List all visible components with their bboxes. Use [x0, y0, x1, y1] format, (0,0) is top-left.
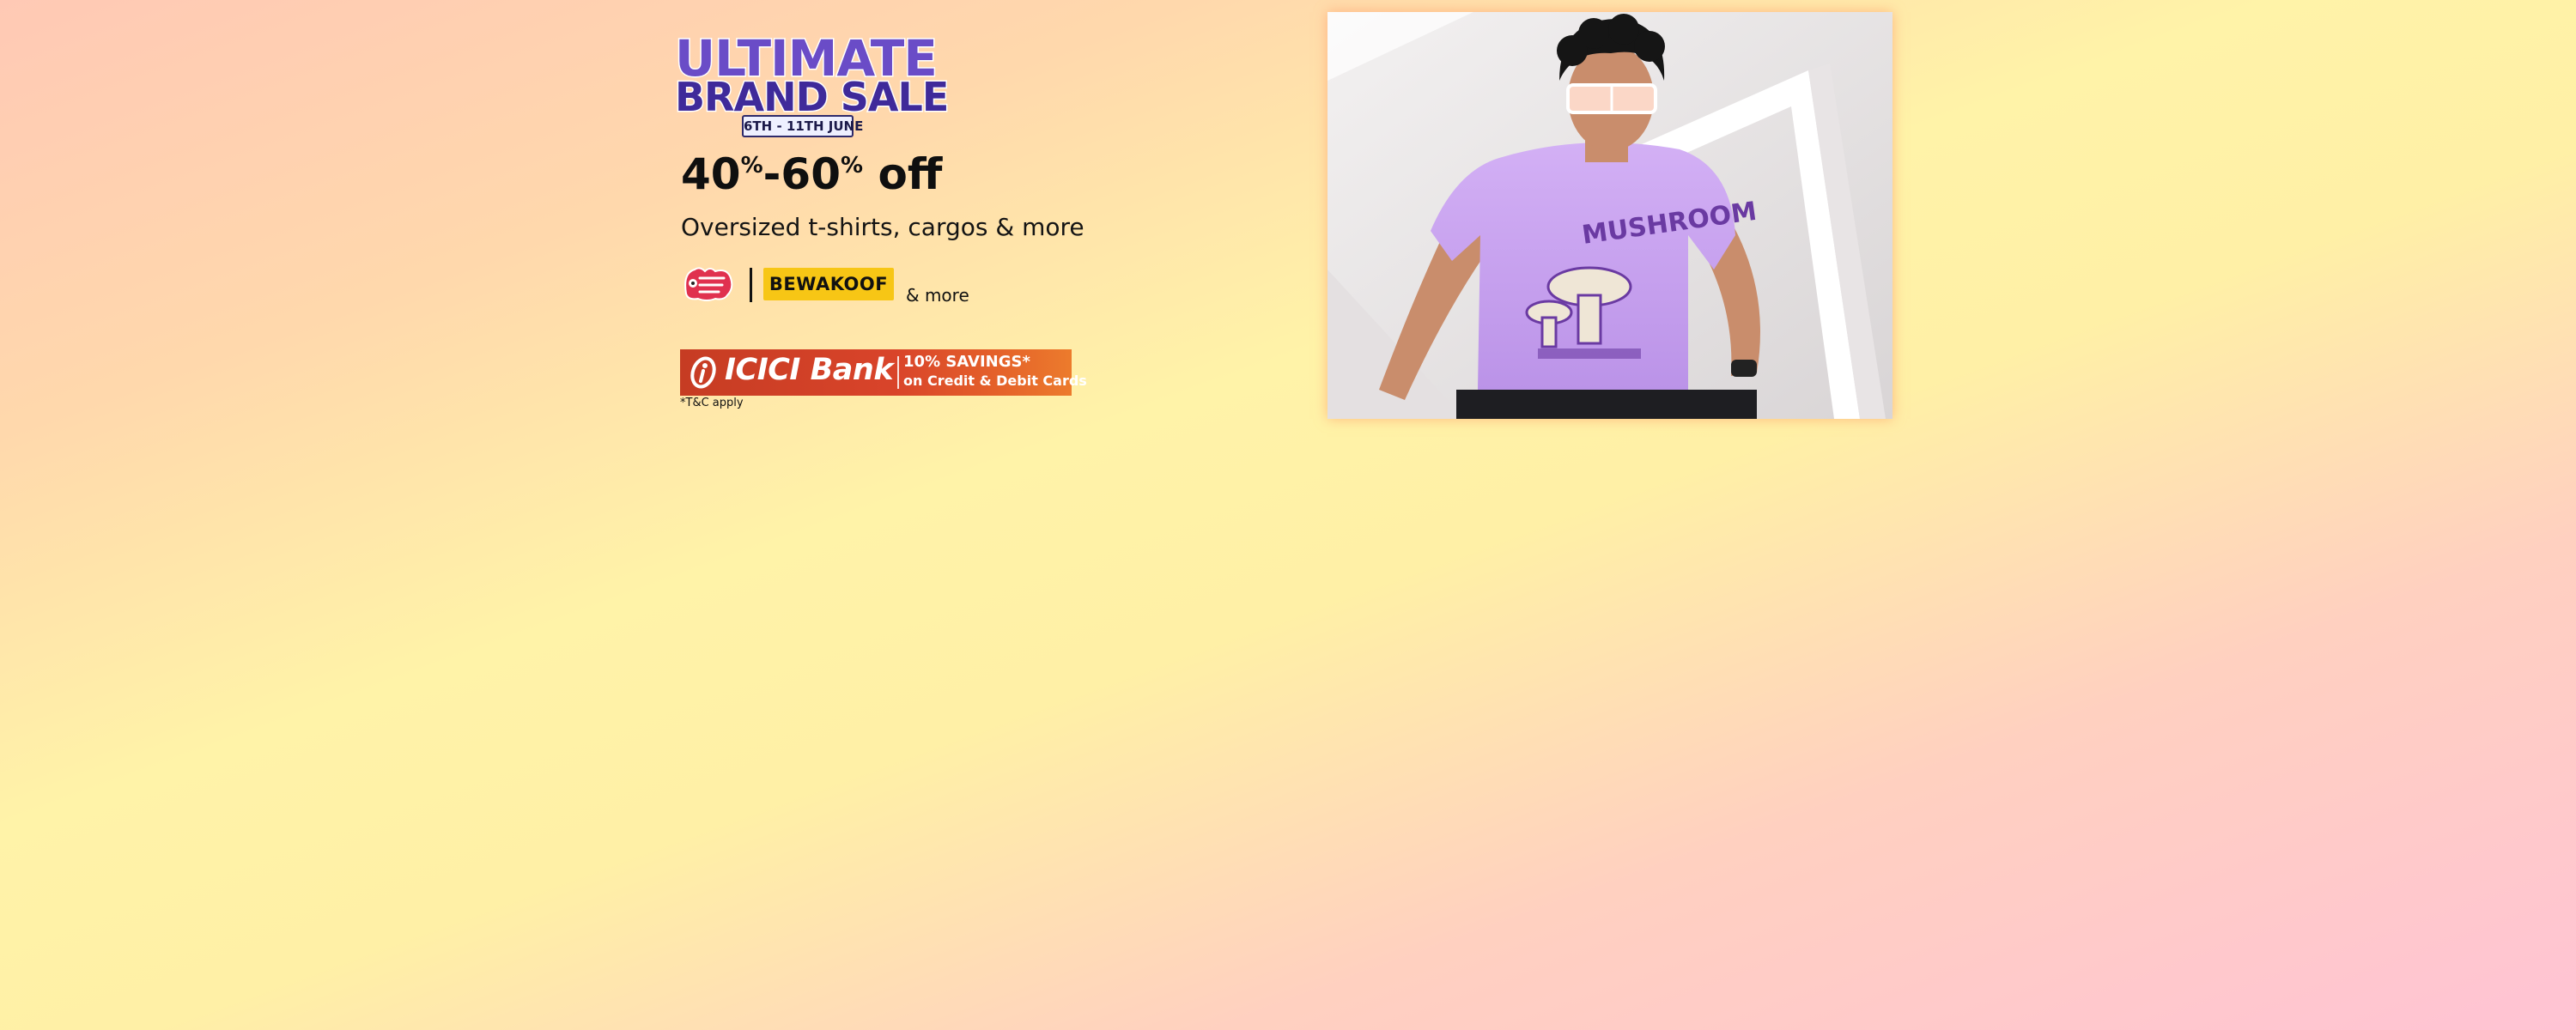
discount-from: 40 — [681, 149, 741, 199]
discount-to: 60 — [781, 149, 841, 199]
logo-line-brand-sale: BRAND SALE — [673, 73, 950, 122]
percent-sign-1: % — [740, 153, 763, 179]
savings-value: 10 — [903, 353, 926, 371]
discount-headline: 40%-60% off — [681, 149, 942, 199]
ultimate-brand-sale-logo: ULTIMATE BRAND SALE 6TH - 11TH JUNE — [673, 28, 951, 137]
terms-conditions-note: *T&C apply — [680, 397, 744, 409]
savings-suffix: % SAVINGS* — [925, 353, 1030, 371]
brand-divider — [750, 268, 752, 302]
icici-bank-offer: ICICI Bank 10% SAVINGS* on Credit & Debi… — [680, 349, 1087, 396]
savings-card-types: on Credit & Debit Cards — [903, 373, 1087, 389]
model-photo: MUSHROOM — [1327, 12, 1893, 419]
brands-more-text: & more — [906, 285, 969, 306]
icici-logo-icon — [690, 356, 716, 389]
discount-dash: - — [762, 149, 781, 199]
promo-banner[interactable]: ULTIMATE BRAND SALE 6TH - 11TH JUNE 40%-… — [0, 0, 2576, 1030]
bewakoof-logo: BEWAKOOF — [763, 268, 894, 300]
souled-store-logo — [681, 264, 736, 302]
subheadline: Oversized t-shirts, cargos & more — [681, 213, 1084, 241]
savings-line: 10% SAVINGS* — [903, 353, 1030, 371]
discount-suffix: off — [878, 149, 943, 199]
sale-dates-badge: 6TH - 11TH JUNE — [742, 115, 863, 137]
percent-sign-2: % — [841, 153, 864, 179]
icici-bank-name: ICICI Bank — [725, 353, 894, 387]
offer-separator — [897, 356, 899, 389]
